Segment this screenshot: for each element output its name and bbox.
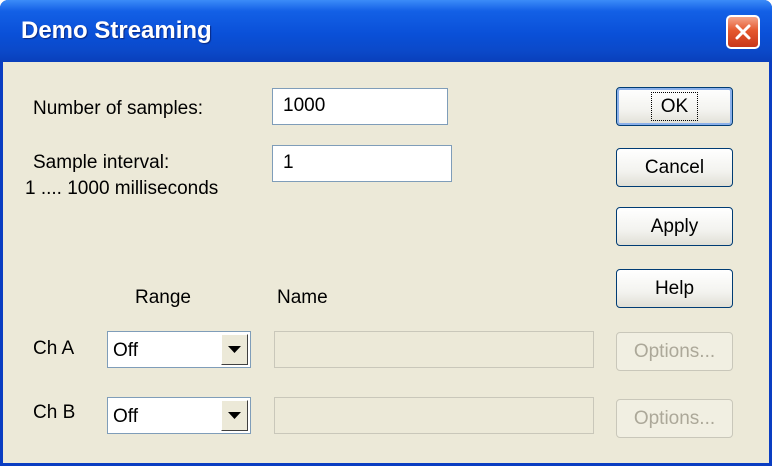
cancel-button[interactable]: Cancel bbox=[616, 148, 733, 187]
title-bar[interactable]: Demo Streaming bbox=[0, 0, 772, 62]
channel-b-name-field[interactable] bbox=[274, 397, 594, 434]
interval-input[interactable]: 1 bbox=[272, 145, 452, 182]
channel-a-range-select[interactable]: Off bbox=[107, 331, 251, 368]
channel-a-name-field[interactable] bbox=[274, 331, 594, 368]
window-title: Demo Streaming bbox=[21, 17, 212, 44]
channel-b-range-value: Off bbox=[113, 406, 138, 427]
ok-button-label: OK bbox=[650, 92, 699, 121]
ok-button[interactable]: OK bbox=[616, 87, 733, 126]
apply-button[interactable]: Apply bbox=[616, 207, 733, 246]
dropdown-button[interactable] bbox=[221, 400, 248, 431]
chevron-down-icon bbox=[228, 346, 241, 353]
channel-a-label: Ch A bbox=[33, 338, 75, 359]
samples-input[interactable]: 1000 bbox=[272, 88, 448, 125]
range-header: Range bbox=[135, 287, 191, 308]
name-header: Name bbox=[277, 287, 328, 308]
chevron-down-icon bbox=[228, 412, 241, 419]
close-icon bbox=[735, 24, 751, 40]
samples-label: Number of samples: bbox=[33, 98, 204, 119]
interval-label: Sample interval: bbox=[33, 152, 170, 173]
dropdown-button[interactable] bbox=[221, 334, 248, 365]
channel-a-range-value: Off bbox=[113, 340, 138, 361]
channel-a-options-button[interactable]: Options... bbox=[616, 332, 733, 371]
interval-range-hint: 1 .... 1000 milliseconds bbox=[25, 178, 219, 199]
close-button[interactable] bbox=[726, 15, 760, 49]
channel-b-options-button[interactable]: Options... bbox=[616, 399, 733, 438]
help-button[interactable]: Help bbox=[616, 269, 733, 308]
channel-b-label: Ch B bbox=[33, 402, 76, 423]
channel-b-range-select[interactable]: Off bbox=[107, 397, 251, 434]
